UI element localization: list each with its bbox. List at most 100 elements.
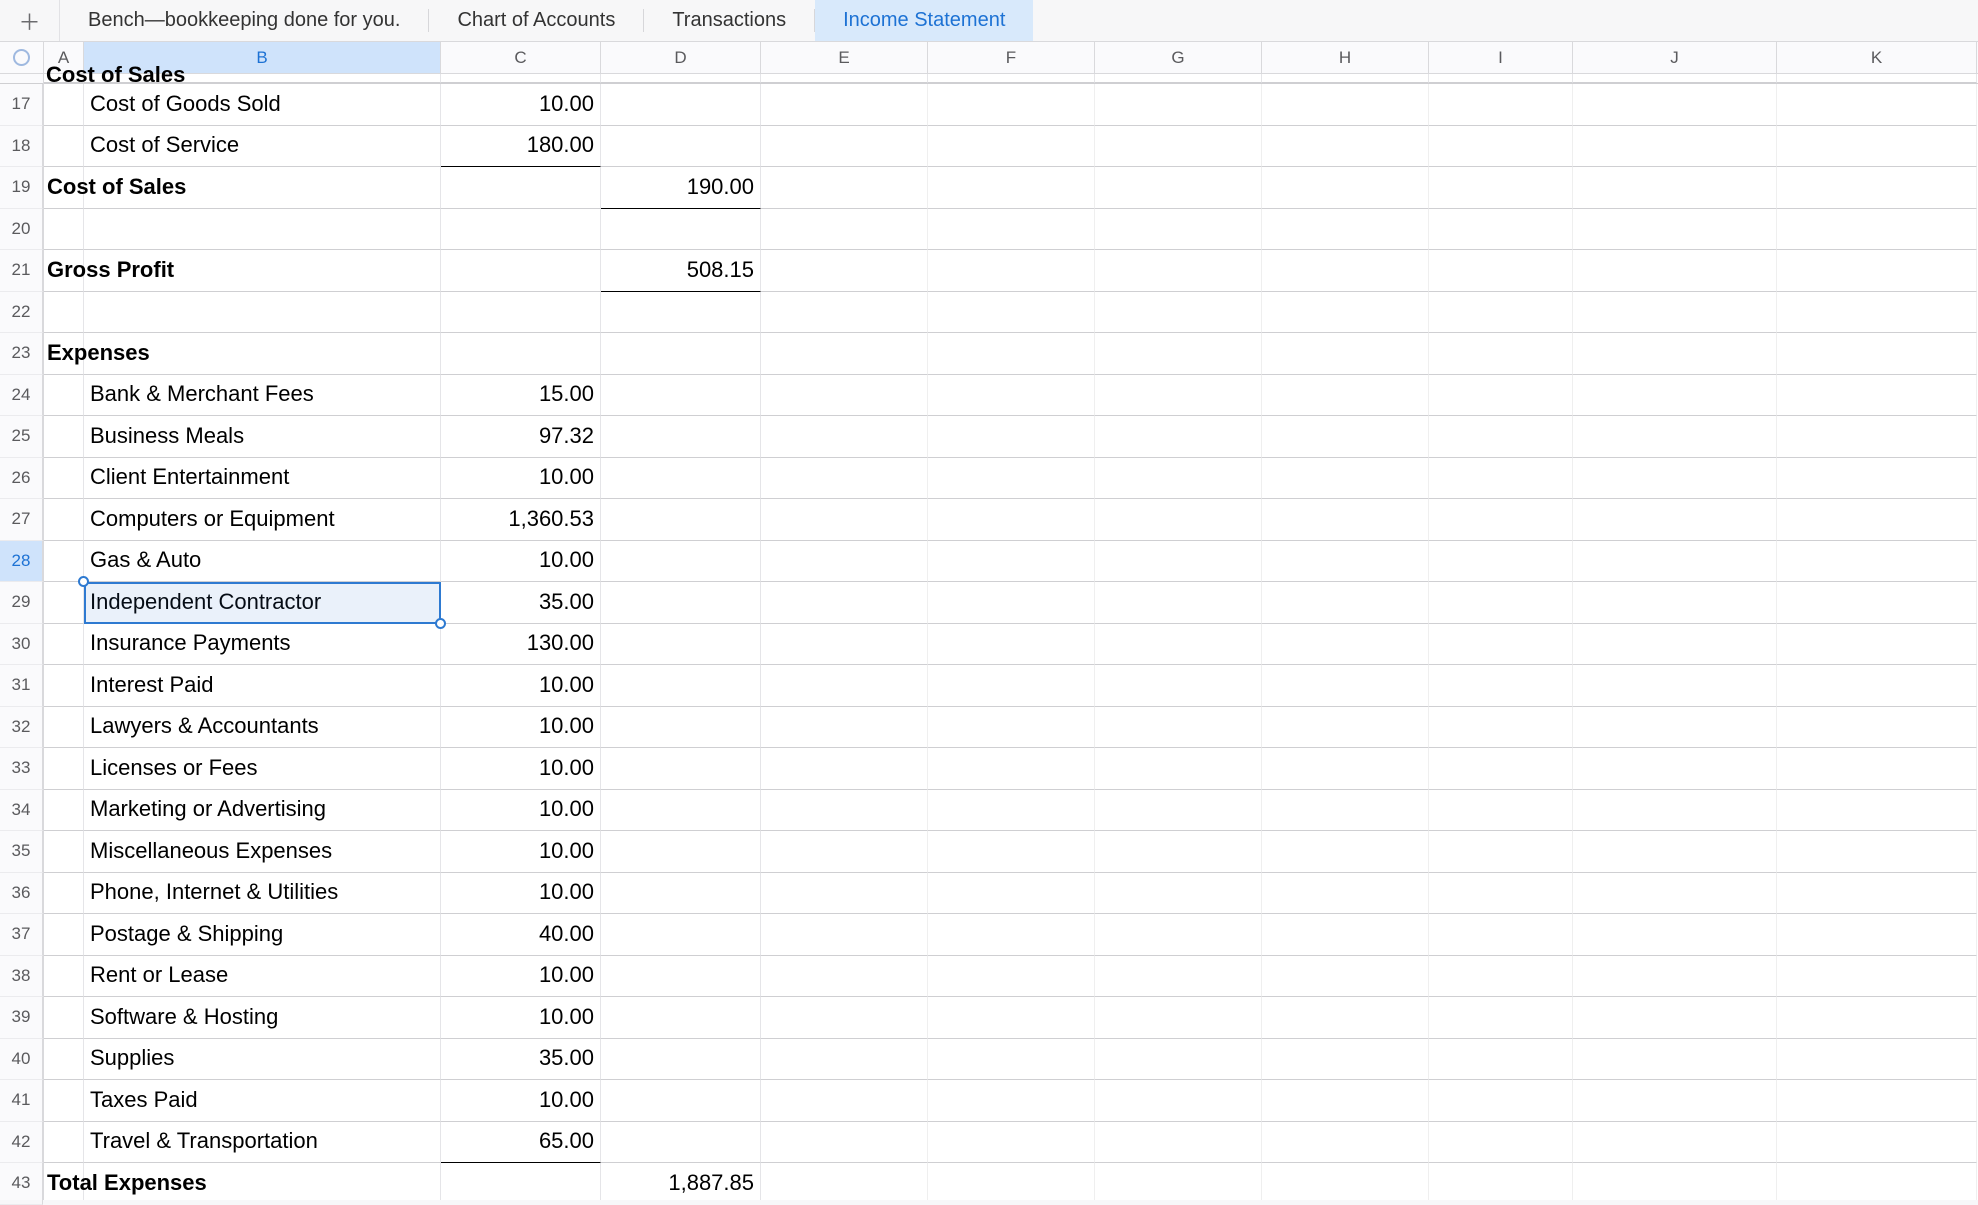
cell[interactable] — [1573, 748, 1777, 790]
cell[interactable] — [1429, 997, 1573, 1039]
row-header[interactable]: 36 — [0, 873, 43, 915]
cell[interactable] — [761, 375, 928, 417]
cell[interactable] — [1095, 167, 1262, 209]
grid-body[interactable]: A B C D E F G H I J K Cost of Sales — [44, 42, 1978, 1200]
cell[interactable] — [1573, 167, 1777, 209]
cell[interactable] — [44, 499, 84, 541]
cell[interactable] — [44, 790, 84, 832]
column-header[interactable]: H — [1262, 42, 1429, 73]
cell[interactable] — [44, 84, 84, 126]
cell[interactable] — [928, 831, 1095, 873]
cell[interactable] — [601, 209, 761, 251]
cell[interactable] — [44, 748, 84, 790]
cell[interactable] — [1777, 209, 1977, 251]
cell[interactable] — [1429, 458, 1573, 500]
cell[interactable] — [44, 1122, 84, 1164]
cell[interactable] — [1095, 624, 1262, 666]
cell[interactable] — [1573, 541, 1777, 583]
cell[interactable]: Cost of Sales — [44, 74, 84, 83]
cell[interactable] — [441, 1163, 601, 1200]
cell[interactable] — [1573, 84, 1777, 126]
cell[interactable] — [1262, 873, 1429, 915]
cell[interactable] — [928, 209, 1095, 251]
cell[interactable] — [1777, 873, 1977, 915]
cell[interactable] — [761, 914, 928, 956]
cell[interactable] — [761, 748, 928, 790]
cell[interactable] — [1262, 333, 1429, 375]
sheet-tab-transactions[interactable]: Transactions — [644, 0, 814, 41]
cell[interactable] — [1429, 1039, 1573, 1081]
cell[interactable] — [1429, 84, 1573, 126]
cell[interactable] — [1777, 333, 1977, 375]
cell[interactable] — [601, 74, 761, 83]
cell[interactable] — [44, 126, 84, 168]
cell[interactable]: Interest Paid — [84, 665, 441, 707]
cell[interactable] — [44, 458, 84, 500]
row-header-partial[interactable] — [0, 74, 43, 84]
row-header[interactable]: 25 — [0, 416, 43, 458]
cell[interactable]: 10.00 — [441, 997, 601, 1039]
cell[interactable]: Cost of Sales — [44, 167, 84, 209]
cell[interactable]: 1,887.85 — [601, 1163, 761, 1200]
cell[interactable] — [1777, 997, 1977, 1039]
cell[interactable] — [928, 582, 1095, 624]
cell[interactable]: 190.00 — [601, 167, 761, 209]
cell[interactable] — [1095, 1039, 1262, 1081]
cell[interactable] — [1777, 1163, 1977, 1200]
cell[interactable] — [1429, 333, 1573, 375]
cell[interactable] — [1777, 748, 1977, 790]
cell[interactable] — [1777, 416, 1977, 458]
cell[interactable] — [601, 582, 761, 624]
cell[interactable]: 10.00 — [441, 748, 601, 790]
cell[interactable] — [601, 790, 761, 832]
cell[interactable] — [1429, 1163, 1573, 1200]
cell[interactable]: Miscellaneous Expenses — [84, 831, 441, 873]
cell[interactable]: 35.00 — [441, 1039, 601, 1081]
cell[interactable] — [1573, 997, 1777, 1039]
cell[interactable]: Gas & Auto — [84, 541, 441, 583]
cell[interactable] — [1777, 831, 1977, 873]
cell[interactable] — [1095, 126, 1262, 168]
cell[interactable] — [1262, 1080, 1429, 1122]
column-header[interactable]: D — [601, 42, 761, 73]
cell[interactable] — [928, 1080, 1095, 1122]
cell[interactable] — [761, 956, 928, 998]
cell[interactable] — [1573, 1039, 1777, 1081]
cell[interactable] — [1429, 209, 1573, 251]
cell[interactable]: 10.00 — [441, 831, 601, 873]
cell[interactable] — [601, 499, 761, 541]
cell[interactable] — [761, 499, 928, 541]
cell[interactable]: Expenses — [44, 333, 84, 375]
cell[interactable] — [1095, 582, 1262, 624]
cell[interactable] — [601, 914, 761, 956]
row-header[interactable]: 41 — [0, 1080, 43, 1122]
cell[interactable] — [441, 292, 601, 334]
cell[interactable] — [928, 790, 1095, 832]
row-header[interactable]: 17 — [0, 84, 43, 126]
cell[interactable] — [1262, 416, 1429, 458]
cell[interactable]: 10.00 — [441, 707, 601, 749]
cell[interactable] — [1573, 914, 1777, 956]
cell[interactable] — [1262, 209, 1429, 251]
cell[interactable] — [928, 167, 1095, 209]
cell[interactable] — [1095, 707, 1262, 749]
cell[interactable]: Client Entertainment — [84, 458, 441, 500]
cell[interactable]: Rent or Lease — [84, 956, 441, 998]
cell[interactable] — [1573, 624, 1777, 666]
cell[interactable] — [1573, 292, 1777, 334]
row-header[interactable]: 19 — [0, 167, 43, 209]
cell[interactable] — [761, 250, 928, 292]
cell[interactable] — [1429, 956, 1573, 998]
cell[interactable]: Supplies — [84, 1039, 441, 1081]
cell[interactable] — [1429, 74, 1573, 83]
cell[interactable] — [44, 292, 84, 334]
row-header[interactable]: 28 — [0, 541, 43, 583]
row-header[interactable]: 35 — [0, 831, 43, 873]
cell[interactable] — [928, 1163, 1095, 1200]
cell[interactable] — [1777, 624, 1977, 666]
cell[interactable] — [928, 84, 1095, 126]
cell[interactable] — [1429, 1122, 1573, 1164]
row-header[interactable]: 39 — [0, 997, 43, 1039]
cell[interactable] — [761, 74, 928, 83]
cell[interactable]: Gross Profit — [44, 250, 84, 292]
